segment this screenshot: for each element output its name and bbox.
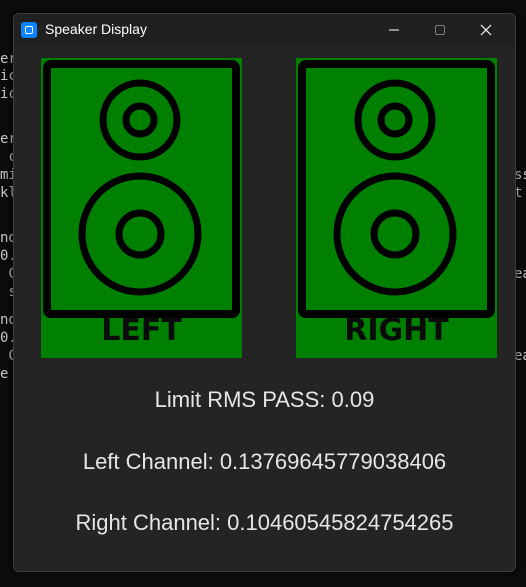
left-speaker-label: LEFT — [101, 313, 182, 348]
title-bar[interactable]: Speaker Display — [14, 14, 515, 46]
maximize-button[interactable] — [417, 14, 463, 46]
close-icon — [480, 24, 492, 36]
left-speaker: LEFT — [41, 58, 242, 358]
limit-rms-text: Limit RMS PASS: 0.09 — [154, 387, 375, 412]
window-title: Speaker Display — [45, 21, 147, 37]
maximize-icon — [435, 25, 445, 35]
speaker-display-window: Speaker Display LEFT RIGHT Limit RMS PAS… — [13, 13, 516, 572]
right-speaker-label: RIGHT — [344, 313, 449, 348]
right-speaker: RIGHT — [296, 58, 497, 358]
app-window-icon — [21, 22, 37, 38]
minimize-button[interactable] — [371, 14, 417, 46]
close-button[interactable] — [463, 14, 509, 46]
left-channel-text: Left Channel: 0.13769645779038406 — [82, 449, 447, 474]
minimize-icon — [389, 29, 399, 31]
right-channel-text: Right Channel: 0.10460545824754265 — [75, 510, 454, 535]
